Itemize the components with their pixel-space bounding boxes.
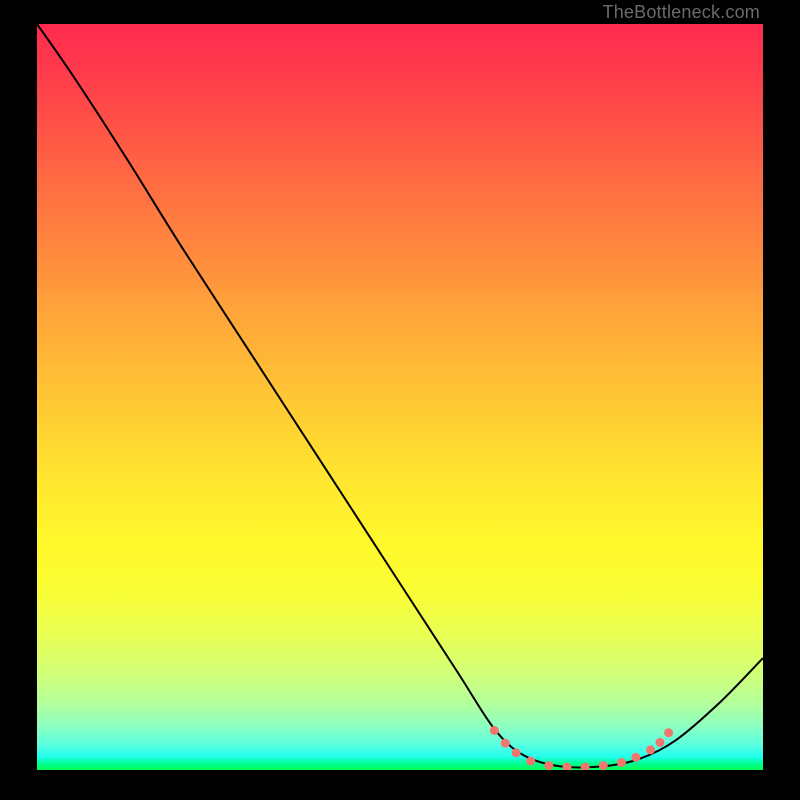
chart-background-gradient [37,24,763,770]
chart-frame [37,24,763,770]
watermark-text: TheBottleneck.com [603,2,760,23]
